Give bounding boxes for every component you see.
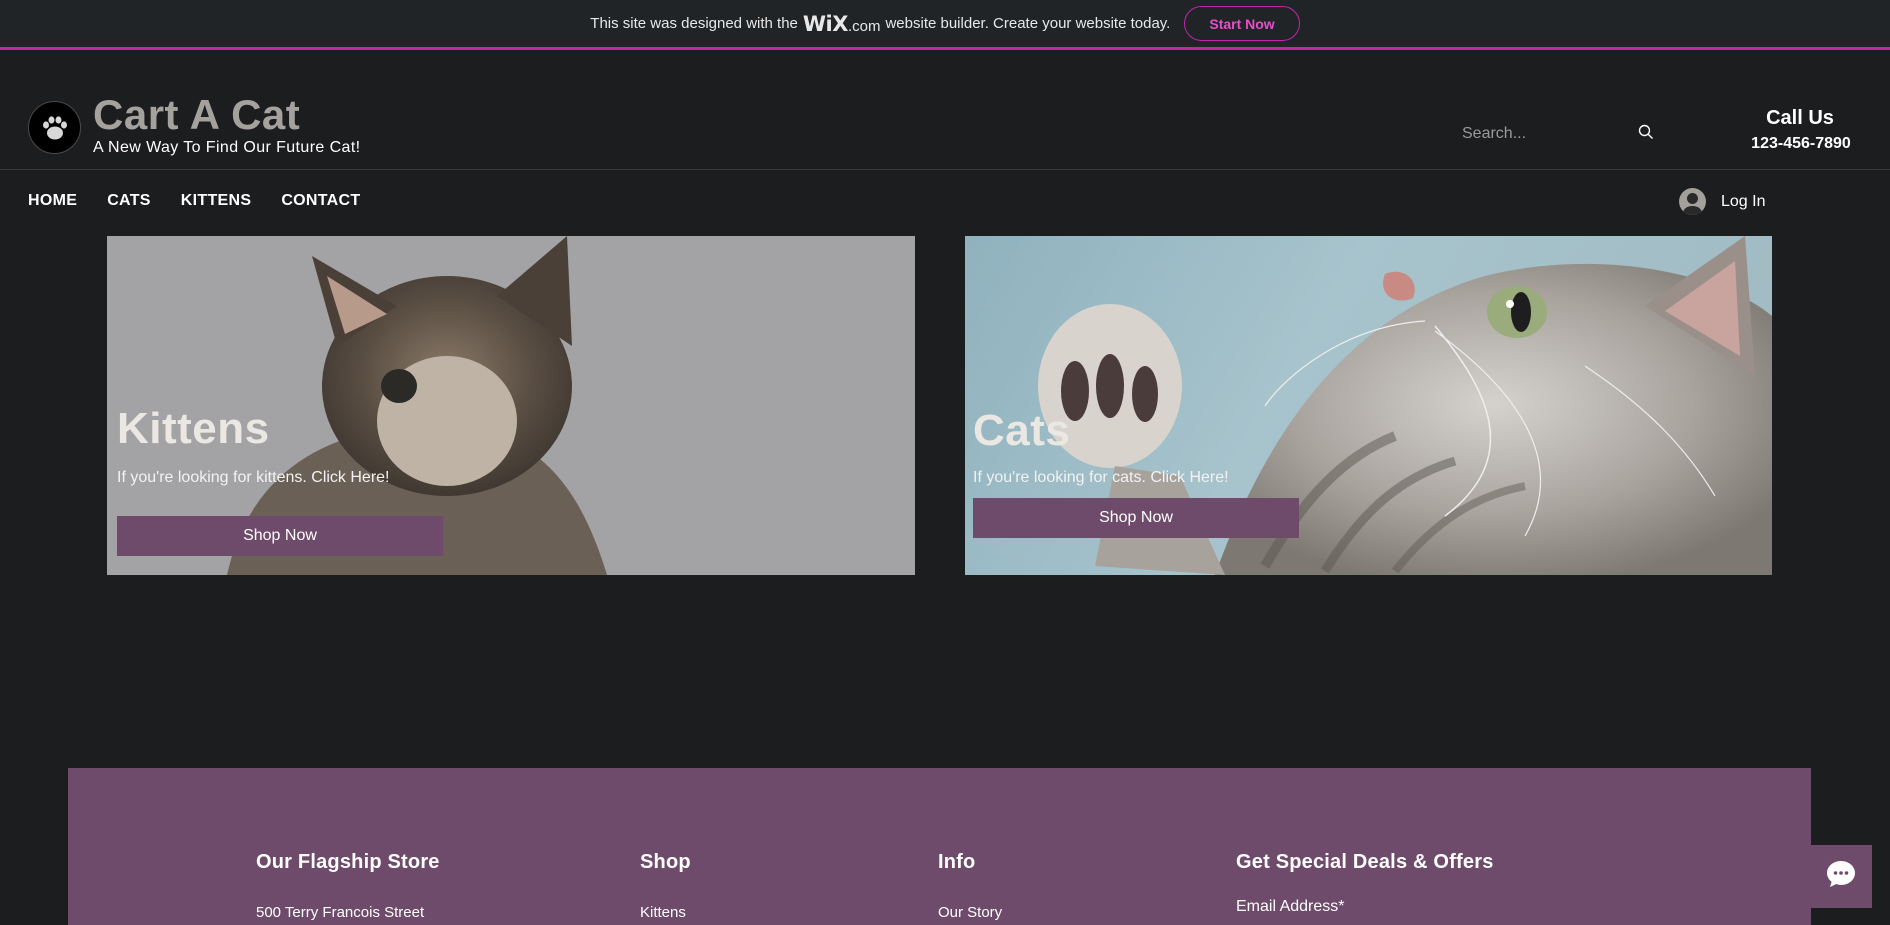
- site-footer: Our Flagship Store 500 Terry Francois St…: [68, 768, 1811, 925]
- nav-item-contact[interactable]: CONTACT: [281, 192, 360, 210]
- kittens-card[interactable]: Kittens If you're looking for kittens. C…: [107, 236, 915, 575]
- footer-link-our-story[interactable]: Our Story: [938, 904, 1002, 921]
- chat-button[interactable]: [1809, 845, 1872, 908]
- kittens-description: If you're looking for kittens. Click Her…: [117, 469, 390, 486]
- footer-deals-column: Get Special Deals & Offers Email Address…: [1236, 851, 1494, 916]
- wix-logo[interactable]: WiX.com: [803, 12, 881, 36]
- call-us-heading: Call Us: [1766, 107, 1834, 129]
- nav-item-home[interactable]: HOME: [28, 192, 77, 210]
- footer-info-column: Info Our Story: [938, 851, 1002, 921]
- cats-title: Cats: [973, 406, 1071, 455]
- login-button[interactable]: Log In: [1679, 188, 1765, 215]
- search-icon[interactable]: [1638, 124, 1654, 145]
- start-now-button[interactable]: Start Now: [1184, 6, 1300, 41]
- footer-store-address: 500 Terry Francois Street: [256, 904, 425, 921]
- footer-store-heading: Our Flagship Store: [256, 851, 440, 873]
- footer-shop-heading: Shop: [640, 851, 691, 873]
- footer-deals-heading: Get Special Deals & Offers: [1236, 851, 1494, 873]
- main-nav: HOME CATS KITTENS CONTACT: [28, 192, 360, 210]
- footer-link-kittens[interactable]: Kittens: [640, 904, 691, 921]
- chat-bubble-icon: [1825, 859, 1857, 894]
- wix-promo-text: This site was designed with the WiX.com …: [590, 12, 1170, 36]
- nav-item-cats[interactable]: CATS: [107, 192, 151, 210]
- site-title[interactable]: Cart A Cat: [93, 91, 300, 139]
- email-address-label: Email Address*: [1236, 898, 1345, 915]
- phone-number: 123-456-7890: [1751, 135, 1851, 152]
- paw-icon[interactable]: [28, 101, 81, 154]
- cats-card[interactable]: Cats If you're looking for cats. Click H…: [965, 236, 1772, 575]
- kittens-title: Kittens: [117, 404, 270, 453]
- search-input[interactable]: [1462, 125, 1622, 143]
- site-header: Cart A Cat A New Way To Find Our Future …: [0, 53, 1890, 170]
- footer-store-column: Our Flagship Store 500 Terry Francois St…: [256, 851, 440, 921]
- kittens-shop-now-button[interactable]: Shop Now: [117, 516, 443, 556]
- login-label: Log In: [1721, 192, 1766, 210]
- wix-promo-banner: This site was designed with the WiX.com …: [0, 0, 1890, 50]
- cats-shop-now-button[interactable]: Shop Now: [973, 498, 1299, 538]
- nav-item-kittens[interactable]: KITTENS: [181, 192, 252, 210]
- site-tagline: A New Way To Find Our Future Cat!: [93, 139, 361, 156]
- cats-description: If you're looking for cats. Click Here!: [973, 469, 1229, 486]
- footer-info-heading: Info: [938, 851, 976, 873]
- user-avatar-icon: [1679, 188, 1706, 215]
- search-bar[interactable]: [1462, 119, 1654, 149]
- wix-text-after: website builder. Create your website tod…: [885, 15, 1171, 32]
- wix-text-before: This site was designed with the: [590, 15, 798, 32]
- footer-shop-column: Shop Kittens: [640, 851, 691, 921]
